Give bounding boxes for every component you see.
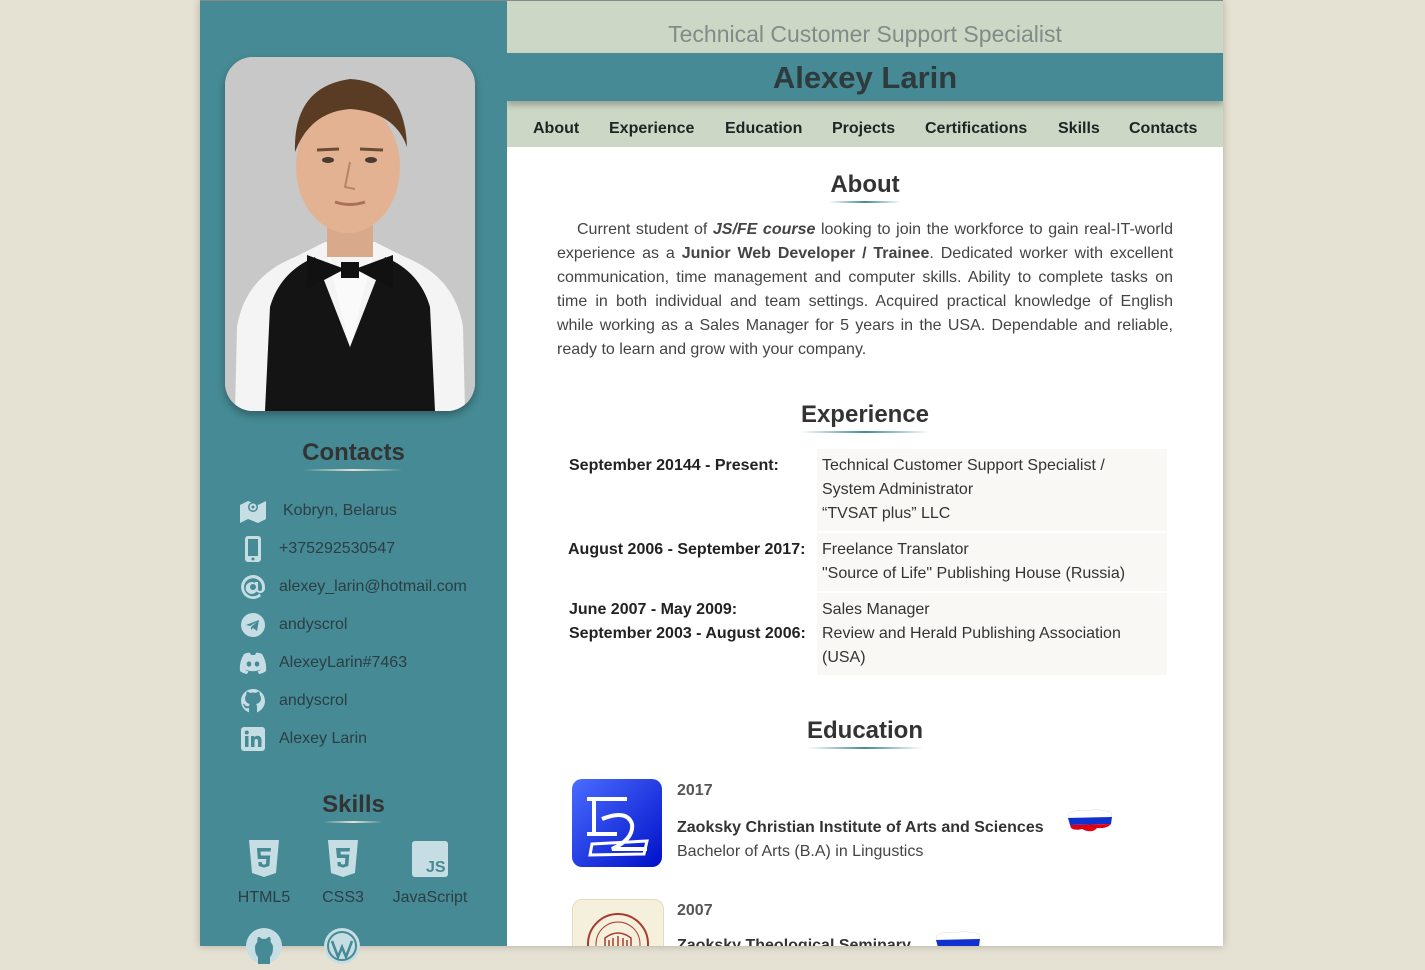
experience-line: "Source of Life" Publishing House (Russi… bbox=[822, 565, 1126, 582]
header-subtitle-bar: Technical Customer Support Specialist bbox=[507, 1, 1223, 53]
experience-dates: September 2003 - August 2006: bbox=[569, 625, 806, 642]
contacts-heading-underline bbox=[303, 469, 403, 471]
about-paragraph: Current student of JS/FE course looking … bbox=[557, 218, 1173, 362]
main-content: Technical Customer Support Specialist Al… bbox=[507, 1, 1223, 946]
experience-line: “TVSAT plus” LLC bbox=[822, 505, 951, 522]
contact-linkedin-text[interactable]: Alexey Larin bbox=[279, 730, 367, 748]
skill-css3-label: CSS3 bbox=[322, 889, 364, 906]
russia-flag-icon bbox=[935, 929, 981, 946]
github-skill-icon bbox=[245, 927, 283, 970]
telegram-icon bbox=[238, 612, 268, 638]
contact-discord-text[interactable]: AlexeyLarin#7463 bbox=[279, 654, 407, 672]
contact-email[interactable]: alexey_larin@hotmail.com bbox=[238, 572, 467, 602]
nav-bar: About Experience Education Projects Cert… bbox=[507, 101, 1223, 147]
nav-skills[interactable]: Skills bbox=[1058, 120, 1100, 138]
contact-discord[interactable]: AlexeyLarin#7463 bbox=[238, 648, 407, 678]
institute-logo bbox=[572, 779, 662, 867]
experience-line: Review and Herald Publishing Association bbox=[822, 625, 1121, 642]
about-text-1: Current student of bbox=[577, 221, 713, 238]
contact-location-text: Kobryn, Belarus bbox=[283, 502, 397, 519]
seminary-logo bbox=[572, 899, 664, 946]
skills-heading: Skills bbox=[322, 791, 385, 818]
contact-telegram[interactable]: andyscrol bbox=[238, 610, 347, 640]
contact-email-text[interactable]: alexey_larin@hotmail.com bbox=[279, 578, 467, 596]
nav-experience[interactable]: Experience bbox=[609, 120, 694, 138]
contact-phone[interactable]: +375292530547 bbox=[238, 534, 395, 564]
discord-icon bbox=[238, 650, 268, 676]
education-degree: Bachelor of Arts (B.A) in Lingustics bbox=[677, 843, 924, 860]
phone-icon bbox=[238, 536, 268, 562]
github-icon bbox=[238, 688, 268, 714]
about-heading-underline bbox=[829, 201, 901, 203]
contacts-heading: Contacts bbox=[302, 439, 405, 466]
contact-phone-text[interactable]: +375292530547 bbox=[279, 540, 395, 558]
sidebar: Contacts Kobryn, Belarus +375292530547 a… bbox=[200, 1, 507, 964]
person-name: Alexey Larin bbox=[772, 60, 958, 95]
nav-certifications[interactable]: Certifications bbox=[925, 120, 1027, 138]
education-year: 2007 bbox=[677, 902, 713, 919]
skill-javascript: JS JavaScript bbox=[385, 835, 475, 907]
experience-line: Sales Manager bbox=[822, 601, 930, 618]
experience-description: Freelance Translator "Source of Life" Pu… bbox=[817, 533, 1167, 591]
nav-education[interactable]: Education bbox=[725, 120, 802, 138]
education-heading: Education bbox=[806, 717, 923, 744]
contact-telegram-text[interactable]: andyscrol bbox=[279, 616, 347, 634]
experience-line: (USA) bbox=[822, 649, 866, 666]
contact-linkedin[interactable]: Alexey Larin bbox=[238, 724, 367, 754]
javascript-icon: JS bbox=[385, 835, 475, 883]
experience-line: Technical Customer Support Specialist / bbox=[822, 457, 1105, 474]
nav-about[interactable]: About bbox=[533, 120, 579, 138]
nav-projects[interactable]: Projects bbox=[832, 120, 895, 138]
skill-html5: HTML5 bbox=[219, 835, 309, 907]
skill-css3: CSS3 bbox=[298, 835, 388, 907]
experience-line: System Administrator bbox=[822, 481, 974, 498]
experience-description: Technical Customer Support Specialist / … bbox=[817, 449, 1167, 531]
skill-html5-label: HTML5 bbox=[237, 889, 291, 906]
at-icon bbox=[238, 574, 268, 600]
profile-photo bbox=[225, 57, 475, 411]
experience-heading-underline bbox=[800, 431, 930, 433]
job-title: Technical Customer Support Specialist bbox=[668, 21, 1062, 47]
about-role: Junior Web Developer / Trainee bbox=[681, 245, 930, 262]
experience-dates: August 2006 - September 2017: bbox=[568, 541, 806, 558]
skill-javascript-label: JavaScript bbox=[392, 889, 468, 906]
map-icon bbox=[238, 498, 268, 524]
experience-dates: September 20144 - Present: bbox=[569, 457, 779, 474]
experience-heading: Experience bbox=[800, 401, 930, 428]
contact-github[interactable]: andyscrol bbox=[238, 686, 347, 716]
linkedin-icon bbox=[238, 726, 268, 752]
experience-line: Freelance Translator bbox=[822, 541, 969, 558]
education-heading-underline bbox=[807, 747, 923, 749]
education-year: 2017 bbox=[677, 782, 713, 799]
about-heading: About bbox=[830, 171, 900, 198]
skills-heading-underline bbox=[323, 821, 383, 823]
about-course: JS/FE course bbox=[712, 221, 816, 238]
wordpress-icon bbox=[323, 927, 361, 970]
education-school: Zaoksky Christian Institute of Arts and … bbox=[677, 819, 1044, 836]
svg-text:JS: JS bbox=[426, 859, 446, 876]
html5-icon bbox=[219, 835, 309, 883]
contact-location: Kobryn, Belarus bbox=[238, 496, 397, 526]
experience-dates: June 2007 - May 2009: bbox=[569, 601, 738, 618]
nav-contacts[interactable]: Contacts bbox=[1129, 120, 1197, 138]
header-name-bar: Alexey Larin bbox=[507, 53, 1223, 101]
css3-icon bbox=[298, 835, 388, 883]
experience-description: Sales Manager Review and Herald Publishi… bbox=[817, 593, 1167, 675]
resume-page: Contacts Kobryn, Belarus +375292530547 a… bbox=[200, 0, 1223, 964]
russia-flag-icon bbox=[1067, 807, 1113, 835]
contact-github-text[interactable]: andyscrol bbox=[279, 692, 347, 710]
